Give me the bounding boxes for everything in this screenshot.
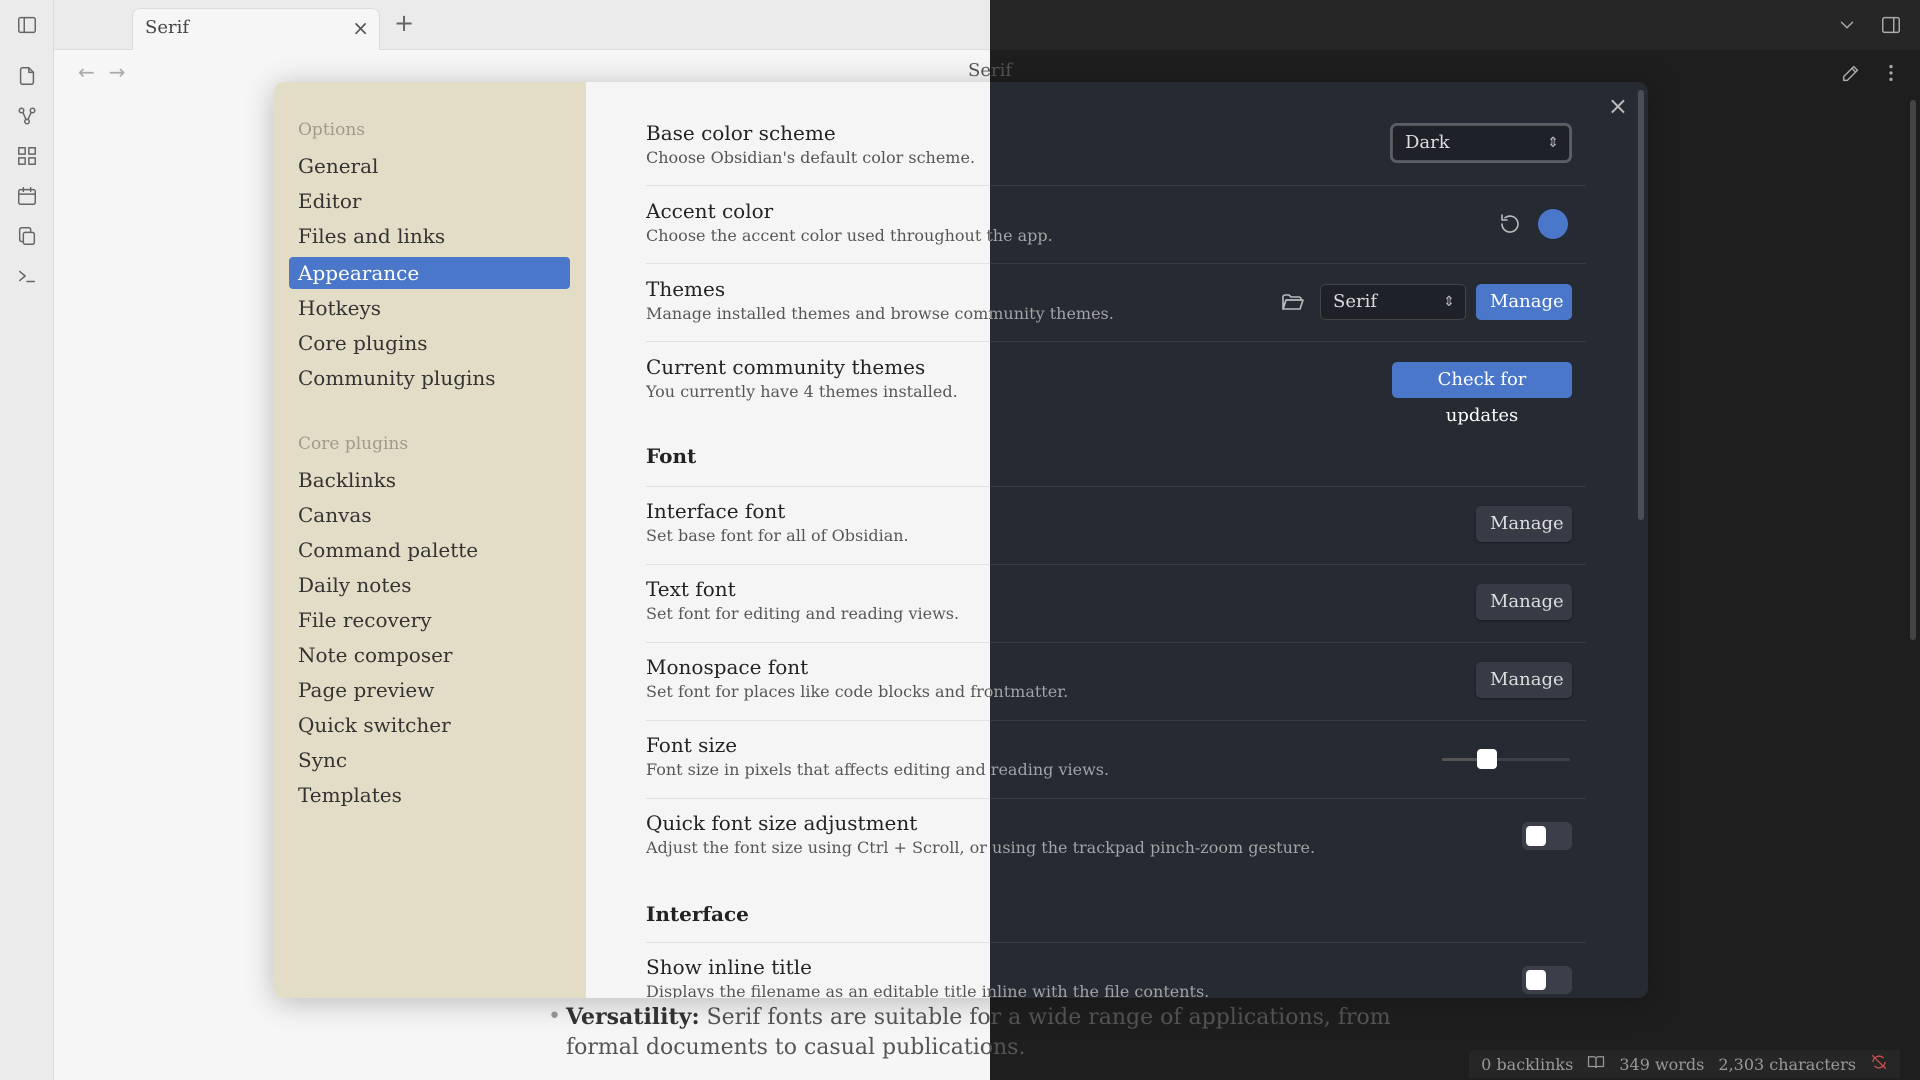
text-font-manage-button[interactable]: Manage: [1476, 584, 1572, 620]
nav-item-daily-notes[interactable]: Daily notes: [298, 569, 411, 601]
new-tab-icon[interactable]: +: [394, 10, 414, 36]
divider: [646, 486, 1586, 487]
divider: [646, 942, 1586, 943]
tab-title: Serif: [145, 17, 190, 38]
reading-mode-icon[interactable]: [1587, 1053, 1605, 1075]
tab-bar-dark: [990, 0, 1920, 50]
tab-serif[interactable]: Serif ×: [132, 8, 380, 50]
status-bar: 0 backlinks 349 words 2,303 characters: [1469, 1050, 1900, 1078]
view-title: Serif: [968, 60, 1013, 81]
divider: [646, 564, 1586, 565]
nav-item-page-preview[interactable]: Page preview: [298, 674, 434, 706]
settings-nav: Options General Editor Files and links A…: [274, 82, 586, 998]
show-inline-title-toggle[interactable]: [1522, 966, 1572, 994]
base-color-scheme-select[interactable]: Dark: [1392, 125, 1570, 161]
folder-open-icon[interactable]: [1280, 290, 1304, 314]
divider: [646, 720, 1586, 721]
editor-scrollbar[interactable]: [1910, 100, 1916, 640]
setting-show-inline-title: Show inline title Displays the filename …: [646, 954, 1586, 998]
nav-heading-options: Options: [298, 120, 365, 140]
divider: [646, 263, 1586, 264]
graph-view-icon[interactable]: [14, 103, 40, 129]
divider: [646, 185, 1586, 186]
setting-monospace-font: Monospace font Set font for places like …: [646, 654, 1586, 704]
divider: [646, 642, 1586, 643]
nav-item-quick-switcher[interactable]: Quick switcher: [298, 709, 451, 741]
nav-item-editor[interactable]: Editor: [298, 185, 361, 217]
nav-item-hotkeys[interactable]: Hotkeys: [298, 292, 381, 324]
font-size-slider-handle[interactable]: [1476, 749, 1497, 769]
nav-item-community-plugins[interactable]: Community plugins: [298, 362, 496, 394]
reset-accent-icon[interactable]: [1498, 212, 1522, 236]
nav-item-files-and-links[interactable]: Files and links: [298, 220, 445, 252]
nav-item-note-composer[interactable]: Note composer: [298, 639, 452, 671]
chevron-down-icon[interactable]: [1836, 14, 1858, 40]
interface-font-manage-button[interactable]: Manage: [1476, 506, 1572, 542]
copy-icon[interactable]: [14, 223, 40, 249]
setting-text-font: Text font Set font for editing and readi…: [646, 576, 1586, 626]
sidebar-toggle-icon[interactable]: [14, 12, 40, 38]
tab-close-icon[interactable]: ×: [352, 17, 369, 39]
nav-item-backlinks[interactable]: Backlinks: [298, 464, 396, 496]
theme-select[interactable]: Serif: [1320, 284, 1466, 320]
sync-off-icon[interactable]: [1870, 1053, 1888, 1075]
setting-accent-color: Accent color Choose the accent color use…: [646, 198, 1586, 248]
divider: [646, 798, 1586, 799]
setting-interface-font: Interface font Set base font for all of …: [646, 498, 1586, 548]
close-icon[interactable]: ×: [1608, 92, 1628, 120]
font-size-slider[interactable]: [1442, 758, 1570, 761]
accent-color-swatch[interactable]: [1538, 209, 1568, 239]
divider: [646, 341, 1586, 342]
more-options-icon[interactable]: [1880, 62, 1902, 88]
quick-font-size-toggle[interactable]: [1522, 822, 1572, 850]
backlinks-count[interactable]: 0 backlinks: [1481, 1055, 1573, 1074]
toggle-knob: [1526, 826, 1546, 846]
settings-scrollbar[interactable]: [1638, 90, 1644, 520]
check-for-updates-button[interactable]: Check for updates: [1392, 362, 1572, 426]
toggle-knob: [1526, 970, 1546, 990]
nav-arrows: ← →: [78, 60, 126, 84]
setting-font-size: Font size Font size in pixels that affec…: [646, 732, 1586, 782]
nav-item-sync[interactable]: Sync: [298, 744, 347, 776]
nav-item-general[interactable]: General: [298, 150, 378, 182]
list-item: Versatility: Serif fonts are suitable fo…: [548, 1002, 1426, 1063]
nav-item-command-palette[interactable]: Command palette: [298, 534, 478, 566]
nav-item-canvas[interactable]: Canvas: [298, 499, 372, 531]
canvas-icon[interactable]: [14, 143, 40, 169]
left-ribbon: [0, 0, 54, 1080]
nav-item-core-plugins[interactable]: Core plugins: [298, 327, 428, 359]
monospace-font-manage-button[interactable]: Manage: [1476, 662, 1572, 698]
open-quick-switcher-icon[interactable]: [14, 63, 40, 89]
forward-arrow-icon[interactable]: →: [109, 60, 126, 84]
view-actions: [1840, 62, 1902, 88]
section-heading-font: Font: [646, 444, 697, 468]
setting-quick-font-size: Quick font size adjustment Adjust the fo…: [646, 810, 1586, 860]
nav-heading-core-plugins: Core plugins: [298, 434, 409, 454]
edit-pencil-icon[interactable]: [1840, 62, 1862, 88]
calendar-icon[interactable]: [14, 183, 40, 209]
character-count: 2,303 characters: [1718, 1054, 1856, 1074]
word-count: 349 words: [1619, 1054, 1705, 1074]
back-arrow-icon[interactable]: ←: [78, 60, 95, 84]
nav-item-file-recovery[interactable]: File recovery: [298, 604, 432, 636]
settings-modal: Options General Editor Files and links A…: [274, 82, 1648, 998]
section-heading-interface: Interface: [646, 902, 749, 926]
nav-item-templates[interactable]: Templates: [298, 779, 402, 811]
right-sidebar-toggle-icon[interactable]: [1880, 14, 1902, 40]
tab-bar: Serif × +: [54, 0, 990, 50]
terminal-icon[interactable]: [14, 263, 40, 289]
themes-manage-button[interactable]: Manage: [1476, 284, 1572, 320]
nav-item-appearance[interactable]: Appearance: [289, 257, 570, 289]
top-right-controls: [1836, 14, 1902, 40]
